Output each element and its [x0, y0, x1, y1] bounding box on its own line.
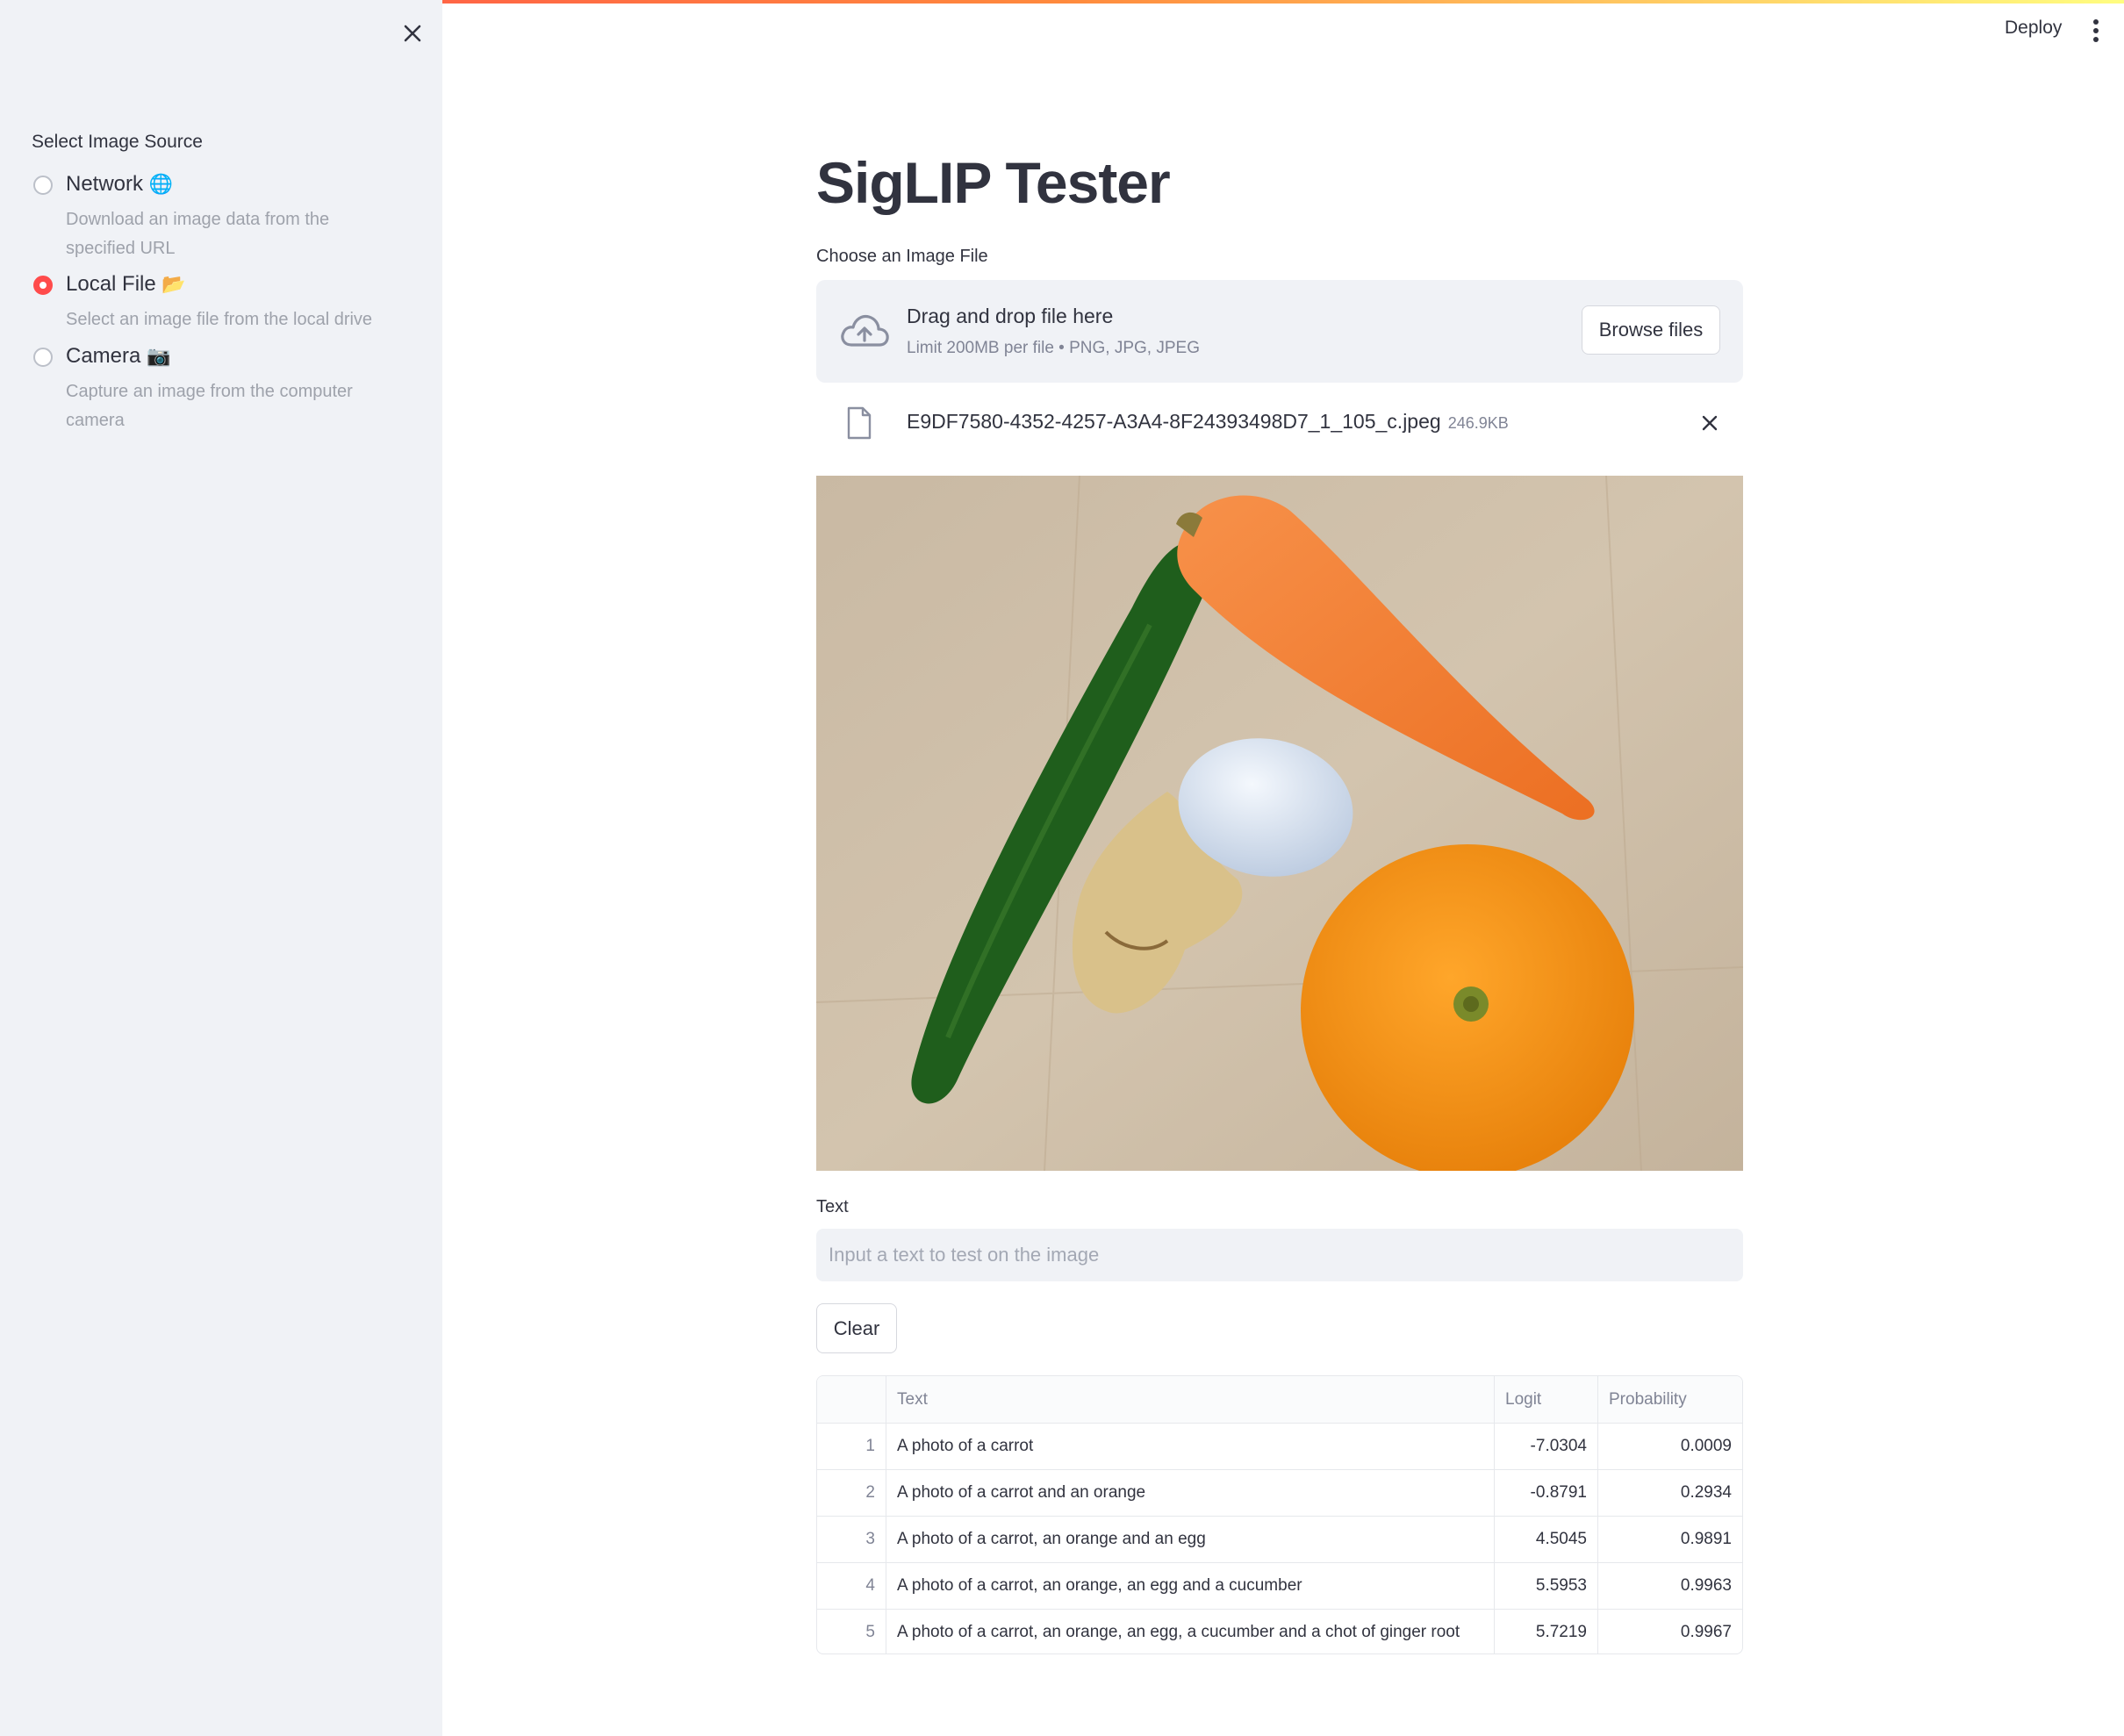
table-row: 5 A photo of a carrot, an orange, an egg…: [817, 1609, 1743, 1654]
file-icon: [847, 406, 872, 440]
dropzone-limit-text: Limit 200MB per file • PNG, JPG, JPEG: [907, 339, 1200, 357]
radio-label: Local File: [66, 272, 156, 296]
row-index: 3: [817, 1516, 886, 1563]
row-text[interactable]: A photo of a carrot, an orange, an egg a…: [886, 1562, 1495, 1610]
file-name: E9DF7580-4352-4257-A3A4-8F24393498D7_1_1…: [907, 410, 1441, 433]
text-input-label: Text: [816, 1197, 849, 1216]
close-icon[interactable]: [398, 19, 427, 47]
table-row: 3 A photo of a carrot, an orange and an …: [817, 1516, 1742, 1563]
radio-button-selected[interactable]: [33, 276, 53, 295]
row-text[interactable]: A photo of a carrot, an orange, an egg, …: [886, 1609, 1495, 1654]
uploaded-image: [816, 476, 1743, 1171]
table-row: 2 A photo of a carrot and an orange -0.8…: [817, 1469, 1742, 1517]
column-header-index[interactable]: [817, 1376, 886, 1424]
column-header-logit[interactable]: Logit: [1494, 1376, 1598, 1424]
dropzone-instruction: Drag and drop file here: [907, 305, 1114, 327]
radio-label: Camera: [66, 344, 141, 368]
row-text[interactable]: A photo of a carrot: [886, 1423, 1495, 1470]
row-index: 5: [817, 1609, 886, 1654]
results-table: Text Logit Probability 1 A photo of a ca…: [816, 1375, 1743, 1654]
radio-button[interactable]: [33, 348, 53, 367]
globe-icon: 🌐: [148, 174, 174, 196]
column-header-probability[interactable]: Probability: [1597, 1376, 1742, 1424]
row-logit[interactable]: -7.0304: [1494, 1423, 1598, 1470]
clear-button[interactable]: Clear: [816, 1303, 897, 1353]
table-header-row: Text Logit Probability: [817, 1376, 1742, 1424]
row-logit[interactable]: 5.7219: [1494, 1609, 1598, 1654]
row-logit[interactable]: 5.5953: [1494, 1562, 1598, 1610]
radio-option-local-file[interactable]: Local File 📂 Select an image file from t…: [32, 272, 418, 330]
sidebar: Select Image Source Network 🌐 Download a…: [0, 0, 442, 1736]
file-dropzone[interactable]: Drag and drop file here Limit 200MB per …: [816, 280, 1743, 383]
browse-files-button[interactable]: Browse files: [1582, 305, 1720, 355]
row-index: 2: [817, 1469, 886, 1517]
radio-description: Select an image file from the local driv…: [66, 310, 373, 329]
column-header-text[interactable]: Text: [886, 1376, 1495, 1424]
table-row: 1 A photo of a carrot -7.0304 0.0009: [817, 1423, 1742, 1470]
file-size: 246.9KB: [1447, 414, 1509, 432]
row-index: 4: [817, 1562, 886, 1610]
uploader-label: Choose an Image File: [816, 247, 988, 266]
text-input[interactable]: [816, 1229, 1743, 1281]
radio-option-camera[interactable]: Camera 📷 Capture an image from the compu…: [32, 344, 418, 430]
radio-button[interactable]: [33, 176, 53, 195]
radio-label: Network: [66, 172, 144, 196]
folder-icon: 📂: [161, 274, 186, 296]
cloud-upload-icon: [841, 314, 889, 347]
row-text[interactable]: A photo of a carrot and an orange: [886, 1469, 1495, 1517]
row-probability[interactable]: 0.2934: [1597, 1469, 1742, 1517]
row-probability[interactable]: 0.0009: [1597, 1423, 1742, 1470]
more-options-icon[interactable]: [2087, 19, 2105, 44]
radio-description: Capture an image from the computer camer…: [66, 382, 353, 430]
deploy-button[interactable]: Deploy: [2005, 18, 2062, 39]
row-probability[interactable]: 0.9967: [1598, 1610, 1743, 1654]
radio-option-network[interactable]: Network 🌐 Download an image data from th…: [32, 172, 418, 258]
image-source-heading: Select Image Source: [32, 132, 203, 152]
row-probability[interactable]: 0.9963: [1597, 1562, 1742, 1610]
remove-file-icon[interactable]: [1699, 412, 1720, 434]
camera-icon: 📷: [147, 346, 171, 368]
table-row: 4 A photo of a carrot, an orange, an egg…: [817, 1562, 1742, 1610]
row-logit[interactable]: -0.8791: [1494, 1469, 1598, 1517]
radio-description: Download an image data from the specifie…: [66, 210, 330, 258]
row-index: 1: [817, 1423, 886, 1470]
page-title: SigLIP Tester: [816, 150, 1171, 215]
uploaded-file-row: E9DF7580-4352-4257-A3A4-8F24393498D7_1_1…: [816, 399, 1743, 448]
row-text[interactable]: A photo of a carrot, an orange and an eg…: [886, 1516, 1495, 1563]
row-logit[interactable]: 4.5045: [1494, 1516, 1598, 1563]
row-probability[interactable]: 0.9891: [1597, 1516, 1742, 1563]
